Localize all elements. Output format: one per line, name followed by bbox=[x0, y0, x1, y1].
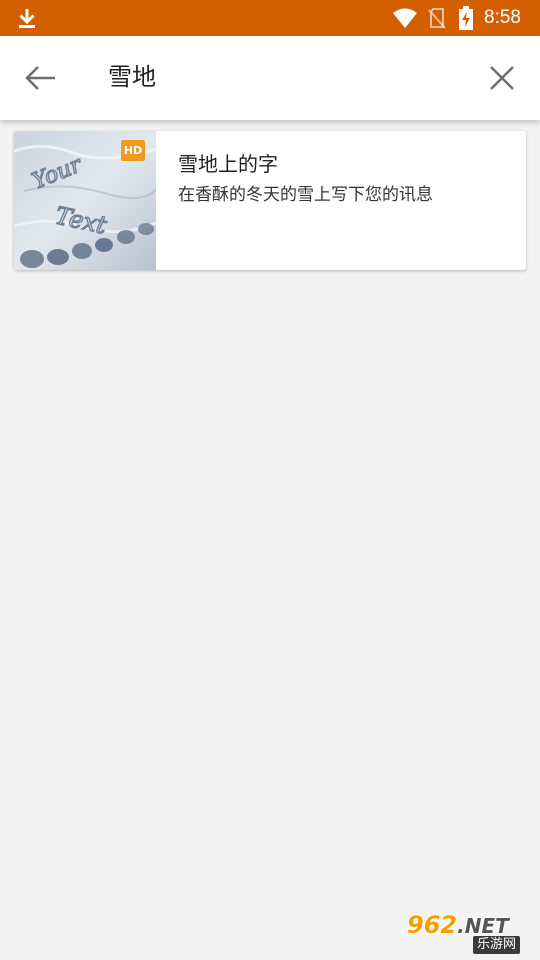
search-result-card[interactable]: Your Text HD 雪地上的字 在香酥的冬天的雪上写下您的讯息 bbox=[14, 131, 526, 270]
result-title: 雪地上的字 bbox=[178, 152, 278, 176]
download-icon bbox=[19, 9, 35, 28]
watermark-subtitle: 乐游网 bbox=[473, 936, 521, 954]
arrow-left-icon bbox=[25, 66, 55, 90]
watermark-suffix: .NET bbox=[457, 914, 509, 938]
site-watermark: 962.NET 乐游网 bbox=[401, 911, 535, 955]
status-clock: 8:58 bbox=[484, 7, 521, 28]
close-icon bbox=[490, 66, 514, 90]
status-bar: 8:58 bbox=[0, 0, 540, 36]
watermark-number: 962 bbox=[407, 911, 458, 939]
search-bar: 雪地 bbox=[0, 36, 540, 120]
no-sim-icon bbox=[428, 8, 446, 29]
clear-search-button[interactable] bbox=[482, 58, 522, 98]
hd-badge: HD bbox=[121, 140, 145, 161]
wifi-icon bbox=[393, 8, 417, 28]
back-button[interactable] bbox=[18, 58, 62, 98]
search-query[interactable]: 雪地 bbox=[108, 60, 156, 94]
battery-charging-icon bbox=[459, 6, 473, 30]
result-subtitle: 在香酥的冬天的雪上写下您的讯息 bbox=[178, 185, 433, 205]
